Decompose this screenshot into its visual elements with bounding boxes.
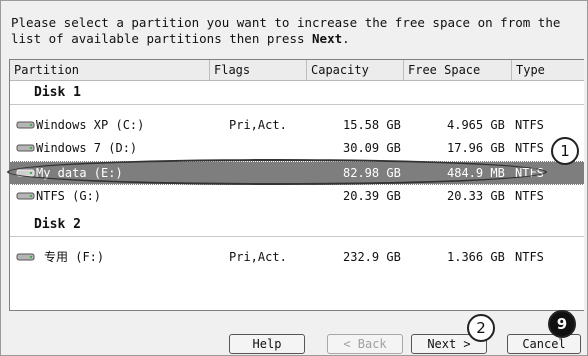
callout-badge: 9 bbox=[548, 310, 576, 338]
partition-name: NTFS (G:) bbox=[36, 189, 102, 203]
partition-type: NTFS bbox=[515, 189, 544, 203]
back-button[interactable]: < Back bbox=[327, 334, 403, 354]
drive-icon bbox=[16, 121, 35, 129]
partition-type: NTFS bbox=[515, 118, 544, 132]
partition-capacity: 82.98 GB bbox=[343, 166, 401, 180]
column-header-type[interactable]: Type bbox=[512, 60, 584, 80]
partition-capacity: 232.9 GB bbox=[343, 250, 401, 264]
partition-free-space: 484.9 MB bbox=[447, 166, 505, 180]
callout-badge: 2 bbox=[467, 314, 495, 342]
partition-free-space: 1.366 GB bbox=[447, 250, 505, 264]
instruction-line2-bold: Next bbox=[312, 31, 343, 46]
partition-row[interactable]: Windows XP (C:) Pri,Act. 15.58 GB 4.965 … bbox=[10, 114, 584, 136]
callout-badge: 1 bbox=[551, 137, 579, 165]
partition-free-space: 20.33 GB bbox=[447, 189, 505, 203]
disk-group-header: Disk 1 bbox=[10, 82, 584, 104]
partition-row-selected[interactable]: My data (E:) 82.98 GB 484.9 MB NTFS bbox=[10, 161, 584, 185]
column-header-partition[interactable]: Partition bbox=[10, 60, 210, 80]
help-button[interactable]: Help bbox=[229, 334, 305, 354]
partition-flags: Pri,Act. bbox=[229, 250, 287, 264]
partition-row[interactable]: NTFS (G:) 20.39 GB 20.33 GB NTFS bbox=[10, 185, 584, 207]
disk-label: Disk 2 bbox=[34, 217, 81, 232]
partition-flags: Pri,Act. bbox=[229, 118, 287, 132]
column-header-free-space[interactable]: Free Space bbox=[404, 60, 512, 80]
partition-row[interactable]: Windows 7 (D:) 30.09 GB 17.96 GB NTFS bbox=[10, 137, 584, 159]
partition-row[interactable]: 专用 (F:) Pri,Act. 232.9 GB 1.366 GB NTFS bbox=[10, 246, 584, 268]
partition-capacity: 30.09 GB bbox=[343, 141, 401, 155]
instruction-line2-pre: list of available partitions then press bbox=[11, 31, 313, 46]
partition-type: NTFS bbox=[515, 141, 544, 155]
partition-free-space: 17.96 GB bbox=[447, 141, 505, 155]
partition-name: Windows 7 (D:) bbox=[36, 141, 138, 155]
drive-icon bbox=[16, 169, 35, 177]
drive-icon bbox=[16, 192, 35, 200]
column-header-flags[interactable]: Flags bbox=[210, 60, 307, 80]
disk-label: Disk 1 bbox=[34, 85, 81, 100]
partition-name: 专用 (F:) bbox=[44, 250, 105, 264]
list-header: Partition Flags Capacity Free Space Type bbox=[10, 60, 584, 81]
partition-name: Windows XP (C:) bbox=[36, 118, 145, 132]
divider bbox=[10, 104, 584, 105]
partition-capacity: 15.58 GB bbox=[343, 118, 401, 132]
partition-type: NTFS bbox=[515, 166, 544, 180]
drive-icon bbox=[16, 144, 35, 152]
cancel-button[interactable]: Cancel bbox=[507, 334, 581, 354]
instruction-text: Please select a partition you want to in… bbox=[11, 15, 571, 47]
divider bbox=[10, 236, 584, 237]
column-header-capacity[interactable]: Capacity bbox=[307, 60, 404, 80]
instruction-line1: Please select a partition you want to in… bbox=[11, 15, 561, 30]
instruction-line2-post: . bbox=[342, 31, 350, 46]
disk-group-header: Disk 2 bbox=[10, 214, 584, 236]
partition-type: NTFS bbox=[515, 250, 544, 264]
partition-capacity: 20.39 GB bbox=[343, 189, 401, 203]
drive-icon bbox=[16, 253, 35, 261]
dialog-window: Please select a partition you want to in… bbox=[0, 0, 588, 356]
partition-name: My data (E:) bbox=[36, 166, 123, 180]
partition-free-space: 4.965 GB bbox=[447, 118, 505, 132]
partition-list[interactable]: Partition Flags Capacity Free Space Type… bbox=[9, 59, 584, 311]
